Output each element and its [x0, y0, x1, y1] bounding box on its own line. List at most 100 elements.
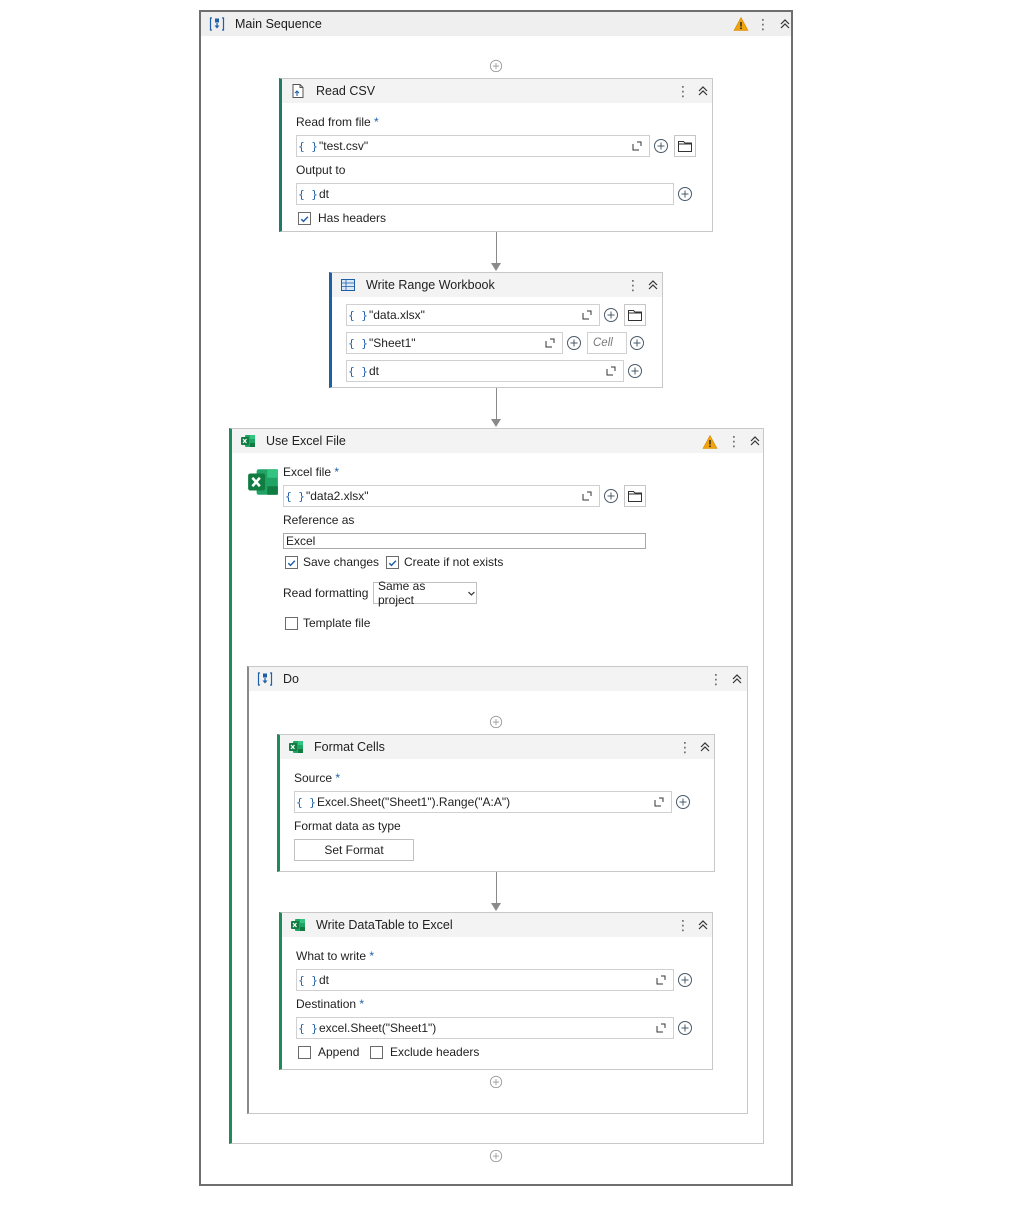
more-options-icon[interactable]: ⋮: [756, 16, 770, 32]
read-csv-title: Read CSV: [316, 84, 376, 98]
expression-braces-icon: { }: [296, 795, 316, 809]
do-header[interactable]: Do: [249, 667, 747, 691]
plus-icon[interactable]: [675, 1018, 695, 1038]
plus-icon[interactable]: [651, 136, 671, 156]
collapse-icon[interactable]: [778, 17, 792, 31]
check-icon: [387, 557, 398, 569]
sheet-name-field[interactable]: { } "Sheet1": [346, 332, 563, 354]
save-changes-checkbox[interactable]: [285, 556, 298, 569]
data-table-value: dt: [369, 364, 380, 378]
plus-icon[interactable]: [675, 184, 695, 204]
more-options-icon[interactable]: ⋮: [676, 83, 690, 99]
exclude-headers-label: Exclude headers: [390, 1045, 480, 1059]
read-formatting-dropdown[interactable]: Same as project: [373, 579, 477, 607]
data-table-field[interactable]: { } dt: [346, 360, 624, 382]
write-datatable-header[interactable]: Write DataTable to Excel: [282, 913, 712, 937]
plus-icon[interactable]: [564, 333, 584, 353]
read-csv-header[interactable]: Read CSV: [282, 79, 712, 103]
expand-editor-icon[interactable]: [655, 974, 667, 986]
browse-folder-button[interactable]: [624, 304, 646, 326]
sheet-name-value: "Sheet1": [369, 336, 416, 350]
write-range-header[interactable]: Write Range Workbook: [332, 273, 662, 297]
connector-arrow: [491, 419, 501, 427]
write-range-title: Write Range Workbook: [366, 278, 495, 292]
write-range-workbook-activity[interactable]: Write Range Workbook ⋮ { } "data.xlsx" {…: [329, 272, 663, 388]
template-file-checkbox[interactable]: [285, 617, 298, 630]
read-csv-activity[interactable]: Read CSV ⋮ Read from file * { } "test.cs…: [279, 78, 713, 232]
add-activity-icon[interactable]: [489, 59, 503, 73]
cell-field[interactable]: Cell: [587, 332, 627, 354]
expand-editor-icon[interactable]: [655, 1022, 667, 1034]
output-to-value: dt: [319, 187, 330, 201]
folder-icon: [627, 307, 643, 323]
reference-as-label: Reference as: [283, 513, 355, 527]
more-options-icon[interactable]: ⋮: [626, 277, 640, 293]
excel-icon: [288, 739, 304, 755]
plus-icon[interactable]: [625, 361, 645, 381]
append-label: Append: [318, 1045, 360, 1059]
expand-editor-icon[interactable]: [631, 140, 643, 152]
source-field[interactable]: { } Excel.Sheet("Sheet1").Range("A:A"): [294, 791, 672, 813]
collapse-icon[interactable]: [730, 672, 744, 686]
add-activity-icon[interactable]: [489, 1149, 503, 1163]
warning-icon[interactable]: [733, 16, 749, 32]
more-options-icon[interactable]: ⋮: [678, 739, 692, 755]
output-to-label: Output to: [296, 163, 346, 177]
read-formatting-value: Same as project: [378, 579, 426, 607]
expand-editor-icon[interactable]: [581, 490, 593, 502]
read-from-file-field[interactable]: { } "test.csv": [296, 135, 650, 157]
plus-icon[interactable]: [601, 305, 621, 325]
browse-folder-button[interactable]: [674, 135, 696, 157]
save-changes-label: Save changes: [303, 555, 380, 569]
format-cells-activity[interactable]: Format Cells ⋮ Source * { } Excel.Sheet(…: [277, 734, 715, 872]
sequence-icon: [257, 671, 273, 687]
more-options-icon[interactable]: ⋮: [727, 433, 741, 449]
collapse-icon[interactable]: [698, 740, 712, 754]
reference-as-input[interactable]: Excel: [283, 533, 646, 549]
excel-logo-icon: [246, 465, 280, 499]
what-to-write-field[interactable]: { } dt: [296, 969, 674, 991]
exclude-headers-checkbox[interactable]: [370, 1046, 383, 1059]
expression-braces-icon: { }: [298, 139, 318, 153]
expand-editor-icon[interactable]: [581, 309, 593, 321]
create-if-not-exists-checkbox[interactable]: [386, 556, 399, 569]
collapse-icon[interactable]: [646, 278, 660, 292]
expression-braces-icon: { }: [298, 187, 318, 201]
collapse-icon[interactable]: [748, 434, 762, 448]
destination-label: Destination *: [296, 997, 365, 1011]
expand-editor-icon[interactable]: [653, 796, 665, 808]
source-value: Excel.Sheet("Sheet1").Range("A:A"): [317, 795, 511, 809]
append-checkbox[interactable]: [298, 1046, 311, 1059]
browse-folder-button[interactable]: [624, 485, 646, 507]
do-title: Do: [283, 672, 299, 686]
has-headers-checkbox[interactable]: [298, 212, 311, 225]
collapse-icon[interactable]: [696, 918, 710, 932]
plus-icon[interactable]: [673, 792, 693, 812]
add-activity-icon[interactable]: [489, 715, 503, 729]
expand-editor-icon[interactable]: [544, 337, 556, 349]
format-cells-header[interactable]: Format Cells: [280, 735, 714, 759]
excel-icon: [290, 917, 306, 933]
use-excel-header[interactable]: Use Excel File: [232, 429, 763, 453]
plus-icon[interactable]: [675, 970, 695, 990]
expand-editor-icon[interactable]: [605, 365, 617, 377]
create-if-not-exists-label: Create if not exists: [404, 555, 504, 569]
write-datatable-activity[interactable]: Write DataTable to Excel ⋮ What to write…: [279, 912, 713, 1070]
more-options-icon[interactable]: ⋮: [676, 917, 690, 933]
plus-icon[interactable]: [601, 486, 621, 506]
workbook-path-field[interactable]: { } "data.xlsx": [346, 304, 600, 326]
format-data-label: Format data as type: [294, 819, 401, 833]
read-csv-icon: [292, 84, 304, 98]
output-to-field[interactable]: { } dt: [296, 183, 674, 205]
plus-icon[interactable]: [627, 333, 647, 353]
collapse-icon[interactable]: [696, 84, 710, 98]
set-format-button[interactable]: Set Format: [294, 839, 414, 861]
more-options-icon[interactable]: ⋮: [709, 671, 723, 687]
read-from-file-value: "test.csv": [319, 139, 369, 153]
excel-file-field[interactable]: { } "data2.xlsx": [283, 485, 600, 507]
add-activity-icon[interactable]: [489, 1075, 503, 1089]
folder-icon: [627, 488, 643, 504]
warning-icon[interactable]: [702, 434, 718, 450]
main-sequence-header[interactable]: Main Sequence: [201, 12, 791, 36]
destination-field[interactable]: { } excel.Sheet("Sheet1"): [296, 1017, 674, 1039]
